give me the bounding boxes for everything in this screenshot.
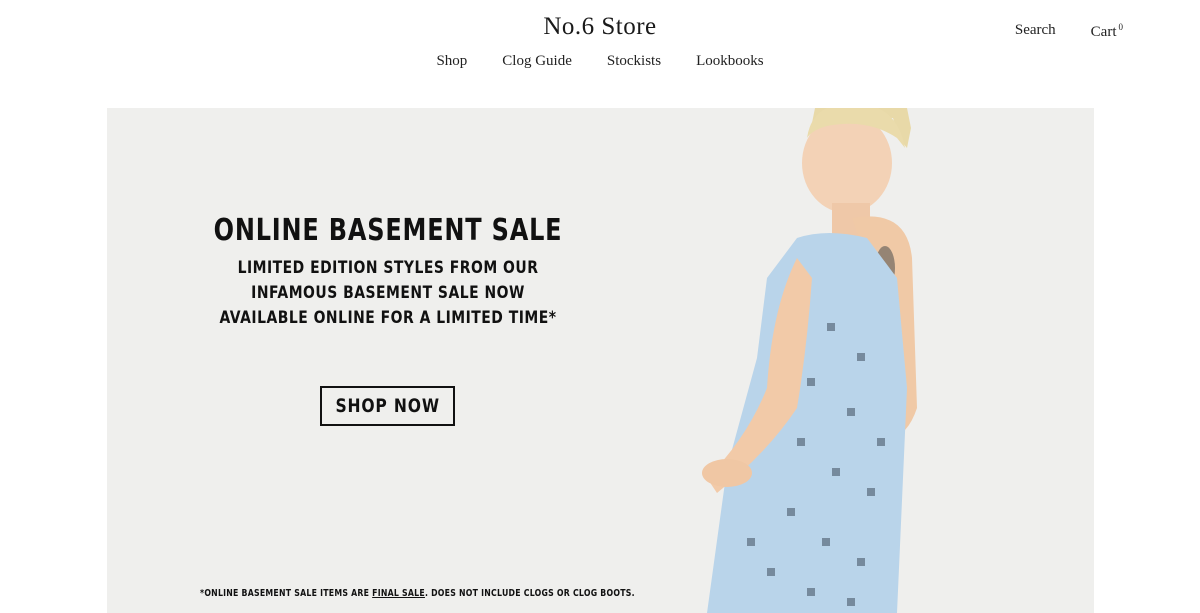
utility-nav: Search Cart 0 xyxy=(1015,22,1123,41)
disclaimer-text-end: . DOES NOT INCLUDE CLOGS OR CLOG BOOTS. xyxy=(424,588,635,599)
model-photo xyxy=(702,108,917,613)
shop-now-label: SHOP NOW xyxy=(335,395,440,417)
cart-count-badge: 0 xyxy=(1118,22,1124,32)
hero-subtext-line: AVAILABLE ONLINE FOR A LIMITED TIME* xyxy=(219,308,557,328)
nav-item-clog-guide[interactable]: Clog Guide xyxy=(502,53,572,70)
hero-headline: ONLINE BASEMENT SALE xyxy=(213,213,563,248)
hero-banner[interactable]: ONLINE BASEMENT SALE LIMITED EDITION STY… xyxy=(107,108,1094,613)
disclaimer-text: *ONLINE BASEMENT SALE ITEMS ARE xyxy=(200,588,373,599)
nav-item-shop[interactable]: Shop xyxy=(436,53,467,70)
sale-disclaimer: *ONLINE BASEMENT SALE ITEMS ARE FINAL SA… xyxy=(200,588,635,599)
nav-item-stockists[interactable]: Stockists xyxy=(607,53,661,70)
site-header: No.6 Store Search Cart 0 Shop Clog Guide … xyxy=(0,0,1200,108)
cart-label: Cart xyxy=(1090,24,1117,40)
cart-link[interactable]: Cart 0 xyxy=(1091,22,1123,41)
nav-item-lookbooks[interactable]: Lookbooks xyxy=(696,53,764,70)
shop-now-button[interactable]: SHOP NOW xyxy=(320,386,455,426)
hero-subtext: LIMITED EDITION STYLES FROM OUR INFAMOUS… xyxy=(158,256,619,331)
search-link[interactable]: Search xyxy=(1015,22,1056,41)
hero-subtext-line: LIMITED EDITION STYLES FROM OUR xyxy=(237,258,539,278)
main-nav: Shop Clog Guide Stockists Lookbooks xyxy=(0,53,1200,70)
hero-subtext-line: INFAMOUS BASEMENT SALE NOW xyxy=(251,283,525,303)
final-sale-link[interactable]: FINAL SALE xyxy=(372,588,425,599)
